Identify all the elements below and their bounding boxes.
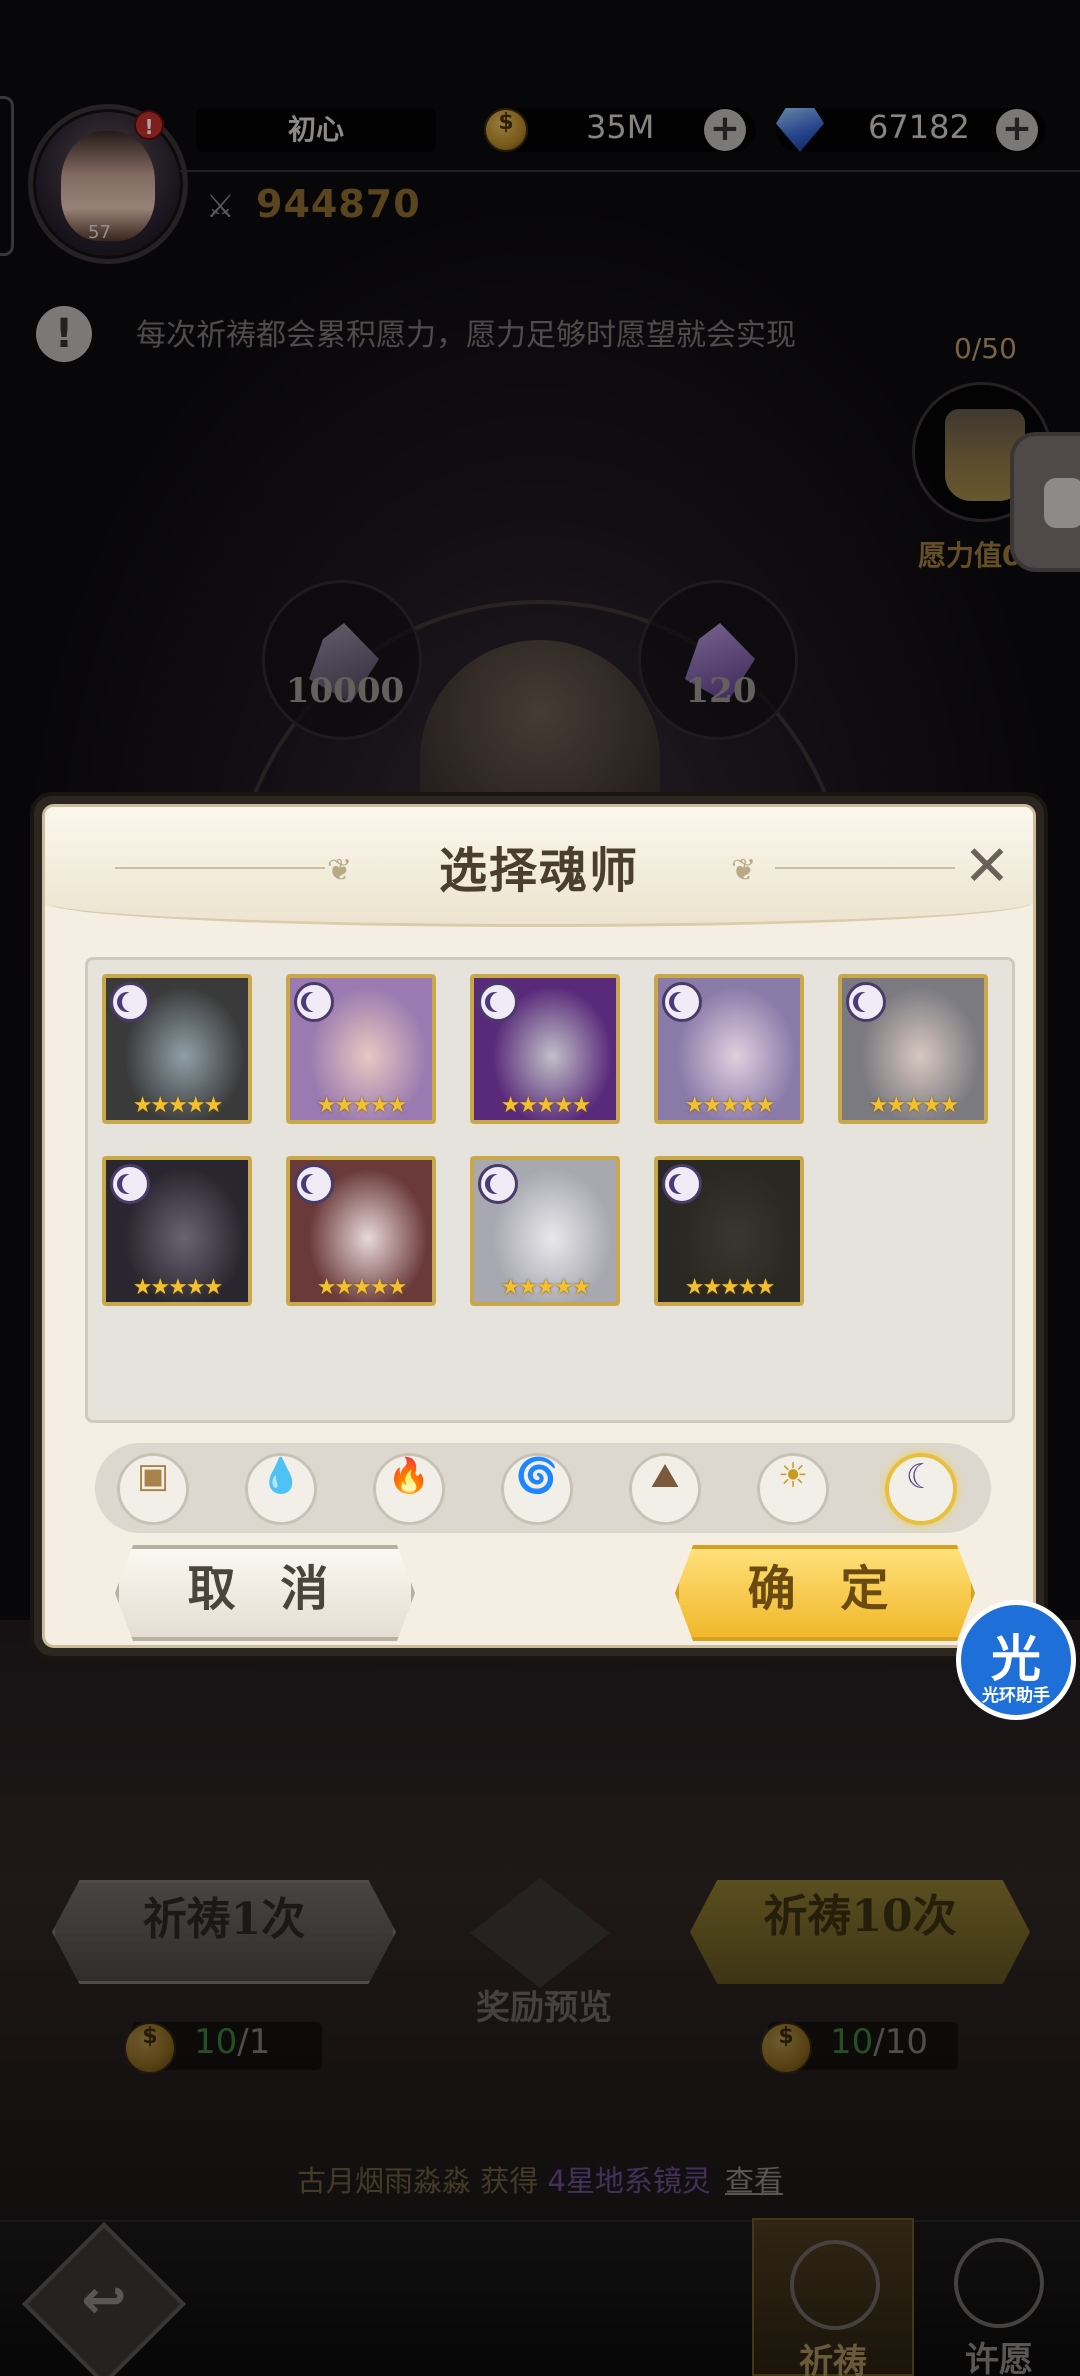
soul-master-card[interactable]: ★★★★★ bbox=[286, 974, 436, 1124]
fire-icon[interactable]: 🔥 bbox=[373, 1453, 445, 1525]
moon-icon bbox=[478, 1164, 518, 1204]
moon-icon bbox=[294, 982, 334, 1022]
moon-icon[interactable]: ☾ bbox=[885, 1453, 957, 1525]
soul-master-card[interactable]: ★★★★★ bbox=[654, 974, 804, 1124]
star-rating: ★★★★★ bbox=[684, 1093, 776, 1118]
wind-icon[interactable]: 🌀 bbox=[501, 1453, 573, 1525]
moon-icon bbox=[294, 1164, 334, 1204]
moon-icon bbox=[662, 1164, 702, 1204]
moon-icon bbox=[662, 982, 702, 1022]
soul-master-card[interactable]: ★★★★★ bbox=[102, 1156, 252, 1306]
dialog-body: ❦ ❦ 选择魂师 ✕ ★★★★★ ★★★★★ ★★★★★ ★★★★★ ★★★★★ ★★★★… bbox=[42, 804, 1036, 1648]
star-rating: ★★★★★ bbox=[500, 1093, 592, 1118]
moon-icon bbox=[478, 982, 518, 1022]
soul-master-card[interactable]: ★★★★★ bbox=[286, 1156, 436, 1306]
soul-master-card[interactable]: ★★★★★ bbox=[102, 974, 252, 1124]
soul-master-card[interactable]: ★★★★★ bbox=[654, 1156, 804, 1306]
soul-master-card[interactable]: ★★★★★ bbox=[470, 974, 620, 1124]
box-icon[interactable]: ▣ bbox=[117, 1453, 189, 1525]
star-rating: ★★★★★ bbox=[868, 1093, 960, 1118]
star-rating: ★★★★★ bbox=[684, 1275, 776, 1300]
star-rating: ★★★★★ bbox=[500, 1275, 592, 1300]
cancel-button[interactable]: 取 消 bbox=[115, 1545, 415, 1641]
soul-master-card[interactable]: ★★★★★ bbox=[470, 1156, 620, 1306]
helper-label: 光环助手 bbox=[982, 1686, 1050, 1706]
soul-master-card[interactable]: ★★★★★ bbox=[838, 974, 988, 1124]
select-soul-master-dialog: ❦ ❦ 选择魂师 ✕ ★★★★★ ★★★★★ ★★★★★ ★★★★★ ★★★★★ ★★★★… bbox=[34, 796, 1044, 1656]
dialog-title: 选择魂师 bbox=[438, 843, 639, 899]
mountain-icon[interactable]: ⛰ bbox=[629, 1453, 701, 1525]
confirm-button[interactable]: 确 定 bbox=[675, 1545, 975, 1641]
moon-icon bbox=[846, 982, 886, 1022]
star-rating: ★★★★★ bbox=[132, 1093, 224, 1118]
star-rating: ★★★★★ bbox=[316, 1093, 408, 1118]
element-filter-bar: ▣ 💧 🔥 🌀 ⛰ ☀ ☾ bbox=[95, 1443, 991, 1533]
star-rating: ★★★★★ bbox=[132, 1275, 224, 1300]
star-rating: ★★★★★ bbox=[316, 1275, 408, 1300]
moon-icon bbox=[110, 982, 150, 1022]
dialog-header: ❦ ❦ 选择魂师 ✕ bbox=[45, 807, 1033, 927]
helper-app-button[interactable]: 光 光环助手 bbox=[956, 1600, 1076, 1720]
close-icon[interactable]: ✕ bbox=[957, 837, 1017, 897]
water-drop-icon[interactable]: 💧 bbox=[245, 1453, 317, 1525]
soul-master-grid: ★★★★★ ★★★★★ ★★★★★ ★★★★★ ★★★★★ ★★★★★ ★★★★★ ★★★★★… bbox=[85, 957, 1015, 1423]
sun-icon[interactable]: ☀ bbox=[757, 1453, 829, 1525]
moon-icon bbox=[110, 1164, 150, 1204]
